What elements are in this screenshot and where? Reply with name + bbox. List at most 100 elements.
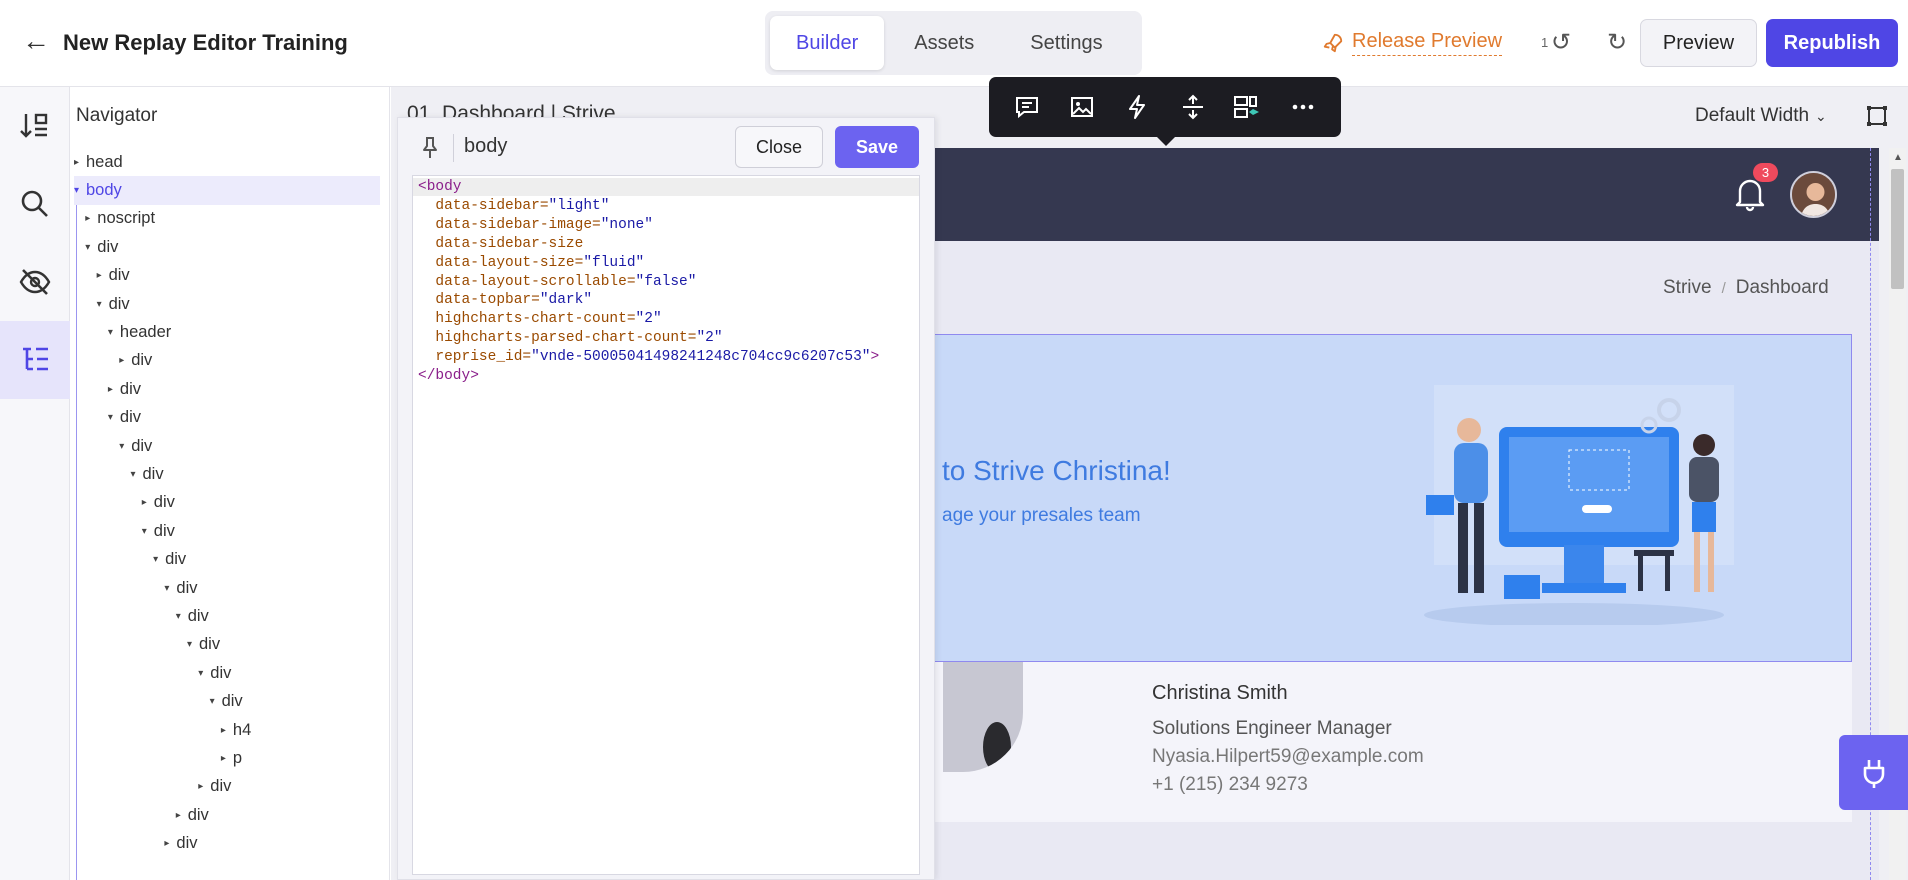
rail-navigator-button[interactable] — [0, 321, 70, 399]
tree-node-label: div — [108, 266, 130, 285]
redo-icon[interactable]: ↻ — [1607, 28, 1627, 57]
tree-node[interactable]: ▾ body — [74, 176, 380, 205]
caret-down-icon[interactable]: ▾ — [198, 668, 210, 679]
profile-role: Solutions Engineer Manager — [1152, 718, 1392, 739]
tree-node[interactable]: ▾ div — [74, 517, 380, 545]
tree-node[interactable]: ▾ div — [74, 432, 380, 460]
caret-down-icon[interactable]: ▾ — [85, 242, 97, 253]
code-line: data-sidebar-size — [418, 235, 879, 254]
release-preview-link[interactable]: Release Preview — [1322, 30, 1503, 56]
tree-node[interactable]: ▾ div — [74, 290, 380, 318]
integration-button[interactable] — [1839, 735, 1908, 810]
tree-node[interactable]: ▸ div — [74, 773, 380, 801]
rail-search-button[interactable] — [0, 165, 70, 243]
code-token: data-sidebar-image= — [418, 216, 601, 233]
frame-icon[interactable] — [1865, 104, 1889, 128]
caret-down-icon[interactable]: ▾ — [153, 554, 165, 565]
caret-right-icon[interactable]: ▸ — [108, 384, 120, 395]
preview-button[interactable]: Preview — [1640, 19, 1757, 67]
element-toolbar — [989, 77, 1341, 146]
code-token: "fluid" — [583, 254, 645, 271]
tree-node[interactable]: ▾ div — [74, 545, 380, 573]
breadcrumb-strive[interactable]: Strive — [1663, 277, 1712, 299]
tree-node-label: div — [119, 379, 141, 398]
tree-node[interactable]: ▸ noscript — [74, 205, 380, 233]
sort-list-icon — [20, 113, 48, 138]
pin-icon[interactable] — [420, 136, 440, 160]
code-editor[interactable]: <body data-sidebar="light" data-sidebar-… — [412, 175, 920, 875]
scroll-thumb[interactable] — [1891, 169, 1904, 289]
tree-node-label: div — [131, 436, 153, 455]
tree-node[interactable]: ▸ div — [74, 801, 380, 829]
caret-right-icon[interactable]: ▸ — [198, 781, 210, 792]
code-text[interactable]: <body data-sidebar="light" data-sidebar-… — [418, 178, 879, 386]
undo-icon[interactable]: ↺ — [1551, 28, 1571, 57]
panel-divider — [453, 134, 454, 162]
caret-right-icon[interactable]: ▸ — [164, 838, 176, 849]
tree-node[interactable]: ▾ div — [74, 574, 380, 602]
tree-node[interactable]: ▸ div — [74, 829, 380, 857]
components-tool[interactable] — [1230, 89, 1266, 125]
tree-node-label: div — [119, 408, 141, 427]
tree-node[interactable]: ▾ div — [74, 687, 380, 715]
tree-node[interactable]: ▸ p — [74, 744, 380, 772]
caret-right-icon[interactable]: ▸ — [221, 725, 233, 736]
tree-node[interactable]: ▾ div — [74, 404, 380, 432]
back-arrow-icon[interactable]: ← — [22, 26, 52, 56]
code-token: "none" — [600, 216, 653, 233]
caret-down-icon[interactable]: ▾ — [74, 185, 86, 196]
tree-node-label: h4 — [232, 720, 252, 739]
caret-down-icon[interactable]: ▾ — [176, 611, 188, 622]
code-token: data-sidebar= — [418, 197, 549, 214]
caret-right-icon[interactable]: ▸ — [176, 810, 188, 821]
rail-hidden-button[interactable] — [0, 243, 70, 321]
caret-down-icon[interactable]: ▾ — [142, 526, 154, 537]
tree-node[interactable]: ▾ div — [74, 659, 380, 687]
tree-node[interactable]: ▸ div — [74, 347, 380, 375]
tree-node[interactable]: ▾ div — [74, 602, 380, 630]
avatar[interactable] — [1790, 171, 1837, 218]
caret-right-icon[interactable]: ▸ — [142, 497, 154, 508]
tree-node[interactable]: ▾ div — [74, 460, 380, 488]
caret-down-icon[interactable]: ▾ — [210, 696, 222, 707]
caret-down-icon[interactable]: ▾ — [131, 469, 143, 480]
comment-tool[interactable] — [1009, 89, 1045, 125]
code-token: highcharts-chart-count= — [418, 311, 636, 328]
caret-right-icon[interactable]: ▸ — [221, 753, 233, 764]
republish-button[interactable]: Republish — [1766, 19, 1898, 67]
tree-node[interactable]: ▸ div — [74, 375, 380, 403]
caret-down-icon[interactable]: ▾ — [187, 639, 199, 650]
profile-phone: +1 (215) 234 9273 — [1152, 774, 1308, 795]
caret-right-icon[interactable]: ▸ — [85, 213, 97, 224]
caret-right-icon[interactable]: ▸ — [119, 355, 131, 366]
tree-node[interactable]: ▸ div — [74, 489, 380, 517]
tab-builder[interactable]: Builder — [770, 16, 885, 70]
caret-right-icon[interactable]: ▸ — [97, 270, 109, 281]
tree-node[interactable]: ▾ div — [74, 631, 380, 659]
tree-node[interactable]: ▸ h4 — [74, 716, 380, 744]
width-select[interactable]: Default Width ⌄ — [1695, 105, 1827, 127]
caret-down-icon[interactable]: ▾ — [119, 441, 131, 452]
code-token: <body — [418, 179, 462, 195]
action-tool[interactable] — [1119, 89, 1155, 125]
rail-sort-button[interactable] — [0, 87, 70, 165]
scroll-up-icon[interactable]: ▲ — [1893, 152, 1903, 163]
tree-node[interactable]: ▸ head — [74, 148, 380, 176]
caret-down-icon[interactable]: ▾ — [97, 299, 109, 310]
code-token: data-layout-size= — [418, 254, 584, 271]
tree-node[interactable]: ▾ div — [74, 233, 380, 261]
tab-settings[interactable]: Settings — [1004, 16, 1128, 70]
save-button[interactable]: Save — [835, 126, 919, 168]
resize-tool[interactable] — [1175, 89, 1211, 125]
close-button[interactable]: Close — [735, 126, 823, 168]
tab-assets[interactable]: Assets — [888, 16, 1000, 70]
caret-down-icon[interactable]: ▾ — [108, 412, 120, 423]
more-tool[interactable] — [1285, 89, 1321, 125]
caret-right-icon[interactable]: ▸ — [74, 157, 86, 168]
caret-down-icon[interactable]: ▾ — [108, 327, 120, 338]
caret-down-icon[interactable]: ▾ — [164, 583, 176, 594]
tree-node[interactable]: ▸ div — [74, 262, 380, 290]
navigator-panel: Navigator ▸ head ▾ body ▸ noscript ▾ div ▸ div ▾ di… — [70, 87, 390, 880]
image-tool[interactable] — [1064, 89, 1100, 125]
tree-node[interactable]: ▾ header — [74, 318, 380, 346]
